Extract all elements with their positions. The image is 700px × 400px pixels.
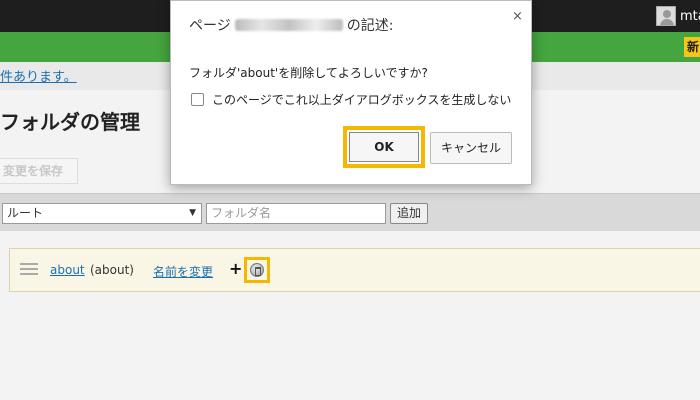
notice-link[interactable]: 件あります。: [0, 66, 77, 85]
dialog-title-suffix: の記述:: [346, 18, 394, 34]
trash-icon: [250, 263, 264, 277]
dialog-title-prefix: ページ: [189, 18, 231, 34]
save-changes-button[interactable]: 変更を保存: [0, 158, 78, 184]
cancel-button[interactable]: キャンセル: [430, 132, 512, 164]
ok-button[interactable]: OK: [349, 132, 419, 162]
parent-folder-value: ルート: [7, 206, 44, 220]
confirm-dialog: ページ の記述: × フォルダ'about'を削除してよろしいですか? このページ…: [170, 0, 532, 185]
dropdown-arrow-icon: ▼: [189, 208, 196, 218]
parent-folder-select[interactable]: ルート ▼: [2, 203, 202, 224]
suppress-dialogs-checkbox[interactable]: [191, 93, 204, 106]
rename-folder-link[interactable]: 名前を変更: [153, 263, 213, 280]
user-menu[interactable]: mta: [656, 6, 700, 26]
dialog-message: フォルダ'about'を削除してよろしいですか?: [189, 66, 428, 80]
delete-folder-button[interactable]: [244, 257, 270, 283]
new-button[interactable]: 新: [684, 37, 700, 57]
add-folder-toolbar: ルート ▼ フォルダ名 追加: [0, 193, 700, 231]
suppress-dialogs-option[interactable]: このページでこれ以上ダイアログボックスを生成しない: [191, 91, 511, 108]
folder-name-link[interactable]: about: [50, 263, 85, 277]
folder-row: about (about) 名前を変更 +: [9, 248, 700, 292]
user-name: mta: [680, 8, 700, 24]
avatar-icon: [656, 6, 676, 26]
add-folder-button[interactable]: 追加: [390, 203, 428, 224]
ok-button-highlight: OK: [343, 126, 425, 168]
page-title: フォルダの管理: [0, 110, 140, 134]
folder-name-input[interactable]: フォルダ名: [206, 203, 386, 224]
dialog-title: ページ の記述:: [189, 15, 393, 35]
close-icon[interactable]: ×: [512, 9, 523, 24]
folder-key-label: (about): [90, 263, 134, 277]
redacted-host: [234, 19, 343, 31]
suppress-dialogs-label: このページでこれ以上ダイアログボックスを生成しない: [212, 93, 512, 107]
drag-handle-icon[interactable]: [20, 263, 38, 277]
plus-icon[interactable]: +: [229, 259, 242, 278]
